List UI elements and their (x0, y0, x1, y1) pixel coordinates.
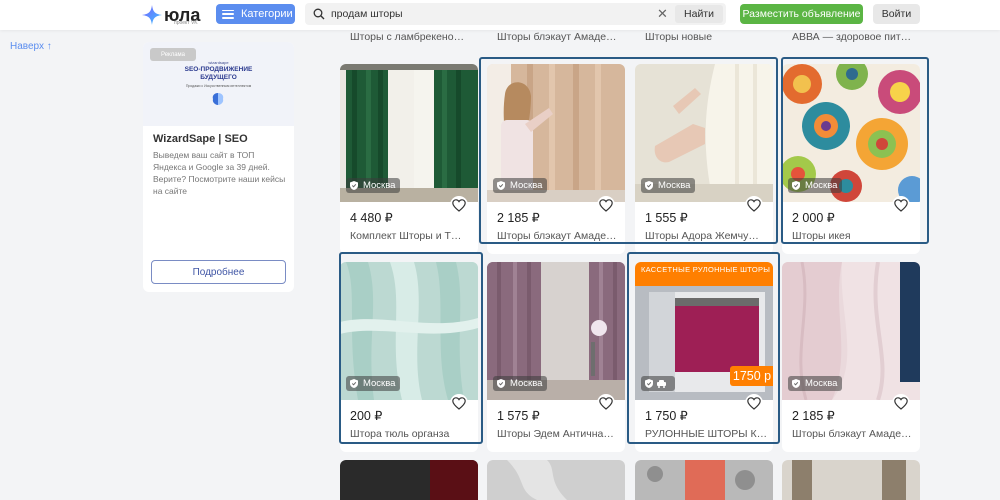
listing-price: 4 480 ₽ (350, 211, 393, 225)
location-label: Москва (510, 378, 543, 389)
listing-title[interactable]: Шторы блэкаут Амаде… (497, 230, 619, 242)
listing-title[interactable]: АВВА — здоровое пит… (792, 31, 911, 43)
promo-banner: КАССЕТНЫЕ РУЛОННЫЕ ШТОРЫ (635, 262, 773, 286)
listing-price: 1 555 ₽ (645, 211, 688, 225)
favorite-heart-icon[interactable] (745, 394, 763, 412)
listing-photo (782, 460, 920, 500)
shield-icon (792, 379, 800, 388)
location-badge: Москва (641, 178, 696, 193)
listing-card[interactable] (340, 460, 478, 500)
categories-label: Категории (241, 8, 293, 20)
listing-title[interactable]: Шторы Эдем Антична… (497, 428, 619, 440)
search-button[interactable]: Найти (675, 5, 723, 23)
menu-icon (222, 9, 234, 19)
location-badge: Москва (788, 178, 843, 193)
back-to-top-link[interactable]: Наверх ↑ (10, 41, 52, 52)
listing-title[interactable]: Шторы блэкаут Амаде… (792, 428, 914, 440)
listing-title[interactable]: Штора тюль органза (350, 428, 472, 440)
logo[interactable]: юла проект VK (142, 0, 200, 30)
favorite-heart-icon[interactable] (597, 196, 615, 214)
ad-more-button[interactable]: Подробнее (151, 260, 286, 284)
listing-photo (635, 460, 773, 500)
advertisement-card[interactable]: Реклама wizardsape SEO-ПРОДВИЖЕНИЕ БУДУЩ… (143, 42, 294, 292)
listing-card[interactable]: КАССЕТНЫЕ РУЛОННЫЕ ШТОРЫ 1750 р 1 750 ₽ … (635, 262, 773, 452)
favorite-heart-icon[interactable] (450, 196, 468, 214)
location-badge: Москва (346, 178, 401, 193)
ad-image-subtitle: Продажи с Искусственным интеллектом (185, 84, 252, 88)
listing-card[interactable]: Москва 2 185 ₽ Шторы блэкаут Амаде… (782, 262, 920, 452)
ad-banner-image: Реклама wizardsape SEO-ПРОДВИЖЕНИЕ БУДУЩ… (143, 42, 294, 126)
listing-photo (340, 460, 478, 500)
listing-card[interactable] (487, 460, 625, 500)
listing-title[interactable]: Комплект Шторы и Т… (350, 230, 472, 242)
location-badge: Москва (493, 178, 548, 193)
shield-icon (350, 181, 358, 190)
ad-title: WizardSape | SEO (153, 133, 248, 145)
location-badge: Москва (788, 376, 843, 391)
listing-price: 1 750 ₽ (645, 409, 688, 423)
listing-price: 2 185 ₽ (792, 409, 835, 423)
favorite-heart-icon[interactable] (745, 196, 763, 214)
location-label: Москва (510, 180, 543, 191)
location-label: Москва (363, 378, 396, 389)
listing-price: 2 000 ₽ (792, 211, 835, 225)
listing-photo (487, 460, 625, 500)
location-label: Москва (658, 180, 691, 191)
location-label: Москва (363, 180, 396, 191)
listing-card[interactable]: Москва 4 480 ₽ Комплект Шторы и Т… (340, 64, 478, 254)
listing-card[interactable]: Москва 1 555 ₽ Шторы Адора Жемчу… (635, 64, 773, 254)
listing-card[interactable]: Москва 2 185 ₽ Шторы блэкаут Амаде… (487, 64, 625, 254)
listing-card[interactable] (782, 460, 920, 500)
listing-card[interactable]: Москва 200 ₽ Штора тюль органза (340, 262, 478, 452)
location-badge (641, 376, 675, 391)
search-input[interactable] (331, 5, 641, 23)
listing-price: 200 ₽ (350, 409, 383, 423)
delivery-car-icon (657, 379, 666, 388)
logo-subtitle: проект VK (174, 20, 198, 26)
location-label: Москва (805, 378, 838, 389)
photo-price-tag: 1750 р (730, 366, 773, 386)
ad-image-title: SEO-ПРОДВИЖЕНИЕ БУДУЩЕГО (184, 66, 253, 81)
top-header: юла проект VK Категории ✕ Найти Размести… (0, 0, 1000, 30)
post-ad-button[interactable]: Разместить объявление (740, 4, 863, 24)
shield-icon (645, 379, 653, 388)
favorite-heart-icon[interactable] (597, 394, 615, 412)
ad-description: Выведем ваш сайт в ТОП Яндекса и Google … (153, 150, 286, 196)
listing-title[interactable]: РУЛОННЫЕ ШТОРЫ К… (645, 428, 767, 440)
listing-title[interactable]: Шторы Адора Жемчу… (645, 230, 767, 242)
shield-icon (350, 379, 358, 388)
login-button[interactable]: Войти (873, 4, 920, 24)
favorite-heart-icon[interactable] (450, 394, 468, 412)
listing-title[interactable]: Шторы с ламбрекено… (350, 31, 464, 43)
categories-button[interactable]: Категории (216, 4, 295, 24)
favorite-heart-icon[interactable] (892, 394, 910, 412)
search-icon (313, 8, 325, 20)
listing-card[interactable]: Москва 1 575 ₽ Шторы Эдем Антична… (487, 262, 625, 452)
favorite-heart-icon[interactable] (892, 196, 910, 214)
listing-title[interactable]: Шторы икея (792, 230, 914, 242)
listing-price: 2 185 ₽ (497, 211, 540, 225)
brain-logo-icon (212, 93, 224, 105)
search-bar: ✕ Найти (305, 3, 726, 25)
star-logo-icon (142, 5, 162, 25)
listing-card[interactable] (635, 460, 773, 500)
location-label: Москва (805, 180, 838, 191)
location-badge: Москва (346, 376, 401, 391)
listing-title[interactable]: Шторы блэкаут Амаде… (497, 31, 617, 43)
shield-icon (645, 181, 653, 190)
listing-price: 1 575 ₽ (497, 409, 540, 423)
ad-image-brand: wizardsape (208, 60, 229, 65)
listing-card[interactable]: Москва 2 000 ₽ Шторы икея (782, 64, 920, 254)
clear-icon[interactable]: ✕ (657, 7, 668, 21)
listing-title[interactable]: Шторы новые (645, 31, 712, 43)
shield-icon (497, 181, 505, 190)
shield-icon (792, 181, 800, 190)
location-badge: Москва (493, 376, 548, 391)
shield-icon (497, 379, 505, 388)
